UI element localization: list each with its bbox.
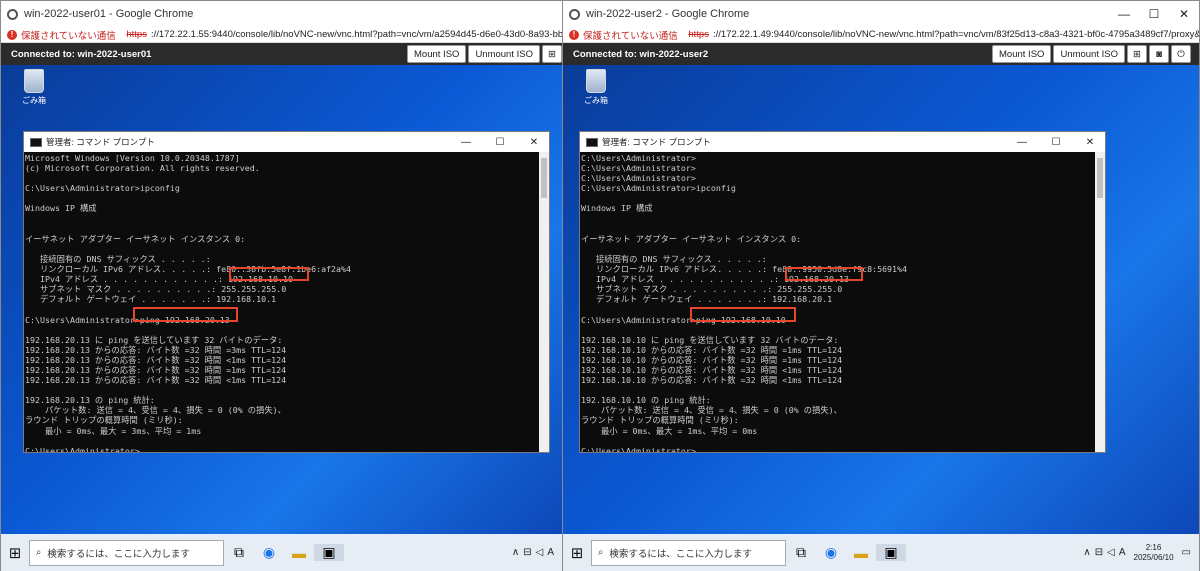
clock[interactable]: 2:16 2025/06/10 bbox=[1134, 543, 1174, 563]
search-box[interactable]: ⌕ 検索するには、ここに入力します bbox=[29, 539, 224, 566]
network-tray-icon[interactable]: ⊟ bbox=[1095, 547, 1103, 558]
command-prompt-window[interactable]: 管理者: コマンド プロンプト — ☐ ✕ C:\Users\Administr… bbox=[579, 131, 1106, 453]
minimize-button[interactable]: — bbox=[1007, 137, 1037, 148]
chevron-up-icon[interactable]: ∧ bbox=[512, 547, 519, 558]
recycle-bin[interactable]: ごみ箱 bbox=[17, 69, 51, 106]
remote-desktop[interactable]: ごみ箱 管理者: コマンド プロンプト — ☐ ✕ Microsoft Wind… bbox=[1, 65, 562, 535]
window-title: win-2022-user01 - Google Chrome bbox=[24, 8, 194, 20]
highlight-ipv4 bbox=[785, 267, 863, 281]
unmount-iso-button[interactable]: Unmount ISO bbox=[468, 45, 540, 63]
taskbar-left: ⊞ ⌕ 検索するには、ここに入力します ⧉ ◉ ▬ ▣ ∧ ⊟ ◁ A bbox=[1, 534, 562, 571]
file-explorer-icon[interactable]: ▬ bbox=[284, 545, 314, 561]
taskbar-right: ⊞ ⌕ 検索するには、ここに入力します ⧉ ◉ ▬ ▣ ∧ ⊟ ◁ A 2:16… bbox=[563, 534, 1199, 571]
recycle-bin-icon bbox=[586, 69, 606, 93]
file-explorer-icon[interactable]: ▬ bbox=[846, 545, 876, 561]
task-view-icon[interactable]: ⧉ bbox=[224, 544, 254, 561]
edge-icon[interactable]: ◉ bbox=[816, 544, 846, 561]
cmd-title: 管理者: コマンド プロンプト bbox=[602, 137, 711, 147]
minimize-button[interactable]: — bbox=[451, 137, 481, 148]
window-title: win-2022-user2 - Google Chrome bbox=[586, 8, 750, 20]
scrollbar-thumb[interactable] bbox=[541, 158, 547, 198]
chrome-icon bbox=[7, 8, 18, 20]
recycle-bin-label: ごみ箱 bbox=[22, 96, 46, 105]
maximize-button[interactable]: ☐ bbox=[1041, 137, 1071, 148]
highlight-ping bbox=[133, 307, 238, 322]
windows-start-icon[interactable]: ⊞ bbox=[1, 544, 29, 562]
mount-iso-button[interactable]: Mount ISO bbox=[407, 45, 467, 63]
system-tray: ∧ ⊟ ◁ A bbox=[512, 547, 562, 558]
security-warning[interactable]: 保護されていない通信 bbox=[21, 28, 116, 42]
scrollbar[interactable] bbox=[1095, 152, 1105, 452]
url-scheme: https bbox=[126, 29, 147, 40]
console-text: C:\Users\Administrator> C:\Users\Adminis… bbox=[581, 153, 908, 452]
search-icon: ⌕ bbox=[598, 547, 604, 558]
search-placeholder: 検索するには、ここに入力します bbox=[609, 548, 752, 560]
search-box[interactable]: ⌕ 検索するには、ここに入力します bbox=[591, 539, 786, 566]
edge-icon[interactable]: ◉ bbox=[254, 544, 284, 561]
windows-start-icon[interactable]: ⊞ bbox=[563, 544, 591, 562]
clock-date: 2025/06/10 bbox=[1133, 552, 1174, 562]
chevron-up-icon[interactable]: ∧ bbox=[1083, 547, 1090, 558]
network-icon[interactable]: ⊞ bbox=[1127, 45, 1147, 63]
power-icon[interactable]: ⏻ bbox=[1171, 45, 1191, 63]
console-output[interactable]: C:\Users\Administrator> C:\Users\Adminis… bbox=[580, 152, 1095, 452]
task-view-icon[interactable]: ⧉ bbox=[786, 544, 816, 561]
network-icon[interactable]: ⊞ bbox=[542, 45, 562, 63]
recycle-bin-label: ごみ箱 bbox=[584, 96, 608, 105]
connection-status: Connected to: win-2022-user2 bbox=[573, 48, 709, 60]
maximize-button[interactable]: ☐ bbox=[485, 137, 515, 148]
system-tray: ∧ ⊟ ◁ A 2:16 2025/06/10 ▭ bbox=[1083, 543, 1199, 563]
browser-window-right: win-2022-user2 - Google Chrome — ☐ ✕ ! 保… bbox=[562, 0, 1200, 571]
network-tray-icon[interactable]: ⊟ bbox=[523, 547, 531, 558]
maximize-button[interactable]: ☐ bbox=[1139, 1, 1169, 27]
recycle-bin[interactable]: ごみ箱 bbox=[579, 69, 613, 106]
warning-icon: ! bbox=[7, 29, 17, 40]
warning-icon: ! bbox=[569, 29, 579, 40]
mount-iso-button[interactable]: Mount ISO bbox=[992, 45, 1052, 63]
cmd-icon bbox=[586, 137, 598, 147]
unmount-iso-button[interactable]: Unmount ISO bbox=[1053, 45, 1125, 63]
recycle-bin-icon bbox=[24, 69, 44, 93]
cmd-title: 管理者: コマンド プロンプト bbox=[46, 137, 155, 147]
cmd-taskbar-icon[interactable]: ▣ bbox=[876, 544, 906, 561]
cmd-taskbar-icon[interactable]: ▣ bbox=[314, 544, 344, 561]
title-bar[interactable]: win-2022-user2 - Google Chrome — ☐ ✕ bbox=[563, 1, 1199, 27]
novnc-control-bar: Connected to: win-2022-user2 Mount ISO U… bbox=[563, 43, 1199, 65]
novnc-control-bar: Connected to: win-2022-user01 Mount ISO … bbox=[1, 43, 562, 65]
minimize-button[interactable]: — bbox=[1109, 1, 1139, 27]
cmd-title-bar[interactable]: 管理者: コマンド プロンプト — ☐ ✕ bbox=[580, 132, 1105, 152]
close-button[interactable]: ✕ bbox=[519, 137, 549, 148]
cmd-title-bar[interactable]: 管理者: コマンド プロンプト — ☐ ✕ bbox=[24, 132, 549, 152]
close-button[interactable]: ✕ bbox=[1169, 1, 1199, 27]
title-bar[interactable]: win-2022-user01 - Google Chrome bbox=[1, 1, 562, 27]
close-button[interactable]: ✕ bbox=[1075, 137, 1105, 148]
address-bar[interactable]: ! 保護されていない通信 https://172.22.1.49:9440/co… bbox=[563, 27, 1199, 43]
scrollbar-thumb[interactable] bbox=[1097, 158, 1103, 198]
speaker-icon[interactable]: ◁ bbox=[536, 547, 544, 558]
notification-icon[interactable]: ▭ bbox=[1182, 547, 1191, 558]
url-text: ://172.22.1.55:9440/console/lib/noVNC-ne… bbox=[150, 29, 562, 40]
search-placeholder: 検索するには、ここに入力します bbox=[47, 548, 190, 560]
chrome-icon bbox=[569, 8, 580, 20]
url-text: ://172.22.1.49:9440/console/lib/noVNC-ne… bbox=[712, 29, 1199, 40]
camera-icon[interactable]: ◙ bbox=[1149, 45, 1169, 63]
browser-window-left: win-2022-user01 - Google Chrome ! 保護されてい… bbox=[0, 0, 563, 571]
address-bar[interactable]: ! 保護されていない通信 https://172.22.1.55:9440/co… bbox=[1, 27, 562, 43]
command-prompt-window[interactable]: 管理者: コマンド プロンプト — ☐ ✕ Microsoft Windows … bbox=[23, 131, 550, 453]
clock-time: 2:16 bbox=[1145, 542, 1162, 552]
security-warning[interactable]: 保護されていない通信 bbox=[583, 28, 678, 42]
speaker-icon[interactable]: ◁ bbox=[1107, 547, 1115, 558]
connection-status: Connected to: win-2022-user01 bbox=[11, 48, 152, 60]
ime-indicator[interactable]: A bbox=[1119, 547, 1126, 558]
highlight-ping bbox=[690, 307, 796, 322]
search-icon: ⌕ bbox=[36, 547, 42, 558]
console-text: Microsoft Windows [Version 10.0.20348.17… bbox=[25, 153, 352, 452]
cmd-icon bbox=[30, 137, 42, 147]
console-output[interactable]: Microsoft Windows [Version 10.0.20348.17… bbox=[24, 152, 539, 452]
ime-indicator[interactable]: A bbox=[547, 547, 554, 558]
scrollbar[interactable] bbox=[539, 152, 549, 452]
remote-desktop[interactable]: ごみ箱 管理者: コマンド プロンプト — ☐ ✕ C:\Users\Admin… bbox=[563, 65, 1199, 535]
url-scheme: https bbox=[688, 29, 709, 40]
highlight-ipv4 bbox=[229, 267, 309, 281]
